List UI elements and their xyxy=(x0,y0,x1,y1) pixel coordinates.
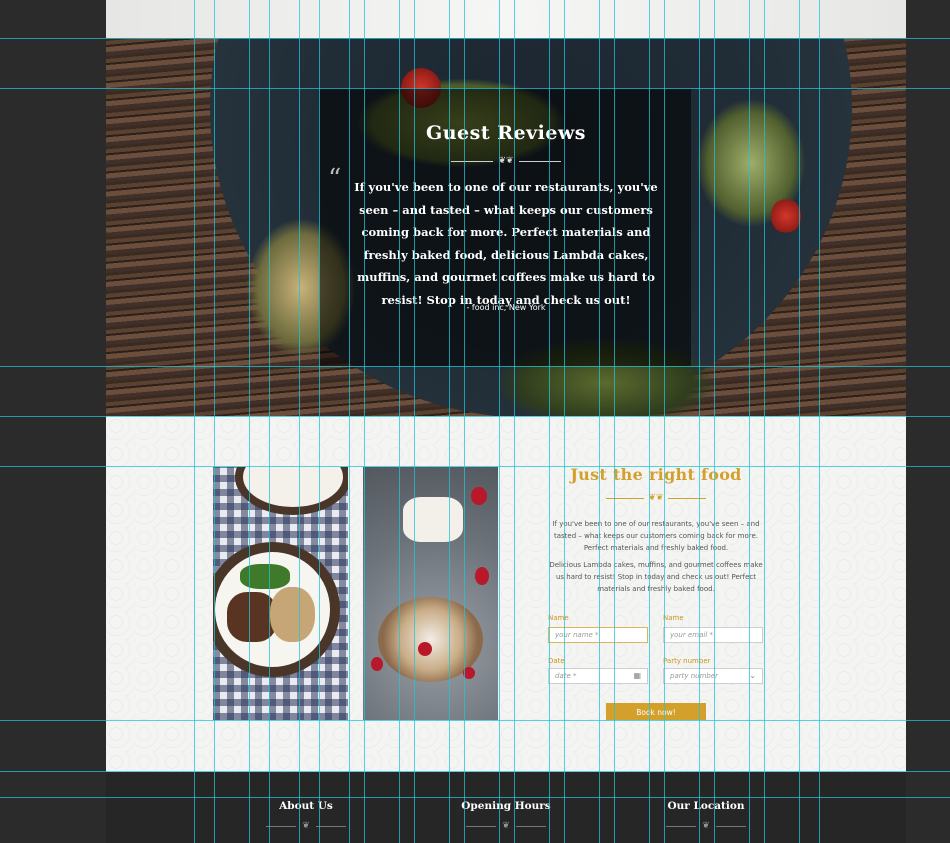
grid-guide-line xyxy=(0,466,950,467)
email-placeholder: your email * xyxy=(670,631,713,639)
grid-guide-line xyxy=(0,416,950,417)
chevron-down-icon[interactable]: ⌄ xyxy=(749,671,756,680)
footer-about-title: About Us xyxy=(279,800,333,812)
booking-title: Just the right food xyxy=(570,465,742,484)
email-label: Name xyxy=(663,614,684,622)
grid-guide-line xyxy=(699,0,700,843)
grid-guide-line xyxy=(319,0,320,843)
booking-section: Just the right food ❦❦ If you've been to… xyxy=(106,416,906,772)
party-number-placeholder: party number xyxy=(670,672,719,680)
footer-location: Our Location ❦ xyxy=(626,800,786,831)
ornament-divider-icon: ❦❦ xyxy=(606,493,706,503)
top-strip xyxy=(106,0,906,38)
grid-guide-line xyxy=(0,38,950,39)
grid-guide-line xyxy=(764,0,765,843)
grid-guide-line xyxy=(0,771,950,772)
booking-paragraph: If you've been to one of our restaurants… xyxy=(552,520,760,552)
footer-hours: Opening Hours ❦ xyxy=(426,800,586,831)
name-label: Name xyxy=(548,614,569,622)
footer-location-title: Our Location xyxy=(667,800,745,812)
review-author: - food inc, New York xyxy=(466,303,546,312)
footer-about: About Us ❦ xyxy=(226,800,386,831)
grid-guide-line xyxy=(449,0,450,843)
grid-guide-line xyxy=(499,0,500,843)
party-number-label: Party number xyxy=(663,657,711,665)
footer-hours-title: Opening Hours xyxy=(461,800,551,812)
grid-guide-line xyxy=(0,88,950,89)
booking-paragraph: Delicious Lambda cakes, muffins, and gou… xyxy=(549,561,763,593)
grid-guide-line xyxy=(549,0,550,843)
grid-guide-line xyxy=(664,0,665,843)
footer: About Us ❦ Opening Hours ❦ Our Location … xyxy=(106,772,906,843)
email-field[interactable]: your email * xyxy=(663,627,763,643)
grid-guide-line xyxy=(564,0,565,843)
calendar-icon[interactable]: ▦ xyxy=(633,671,641,680)
grid-guide-line xyxy=(364,0,365,843)
name-placeholder: your name * xyxy=(555,631,599,639)
grid-guide-line xyxy=(349,0,350,843)
grid-guide-line xyxy=(599,0,600,843)
grid-guide-line xyxy=(249,0,250,843)
ornament-divider-icon: ❦ xyxy=(266,821,346,831)
hero-pepper xyxy=(771,198,801,234)
grid-guide-line xyxy=(269,0,270,843)
party-number-select[interactable]: party number ⌄ xyxy=(663,668,763,684)
grid-guide-line xyxy=(819,0,820,843)
ornament-divider-icon: ❦ xyxy=(666,821,746,831)
grid-guide-line xyxy=(0,720,950,721)
date-placeholder: date * xyxy=(555,672,577,680)
grid-guide-line xyxy=(214,0,215,843)
ornament-divider-icon: ❦ xyxy=(466,821,546,831)
grid-guide-line xyxy=(414,0,415,843)
grid-guide-line xyxy=(0,797,950,798)
grid-guide-line xyxy=(799,0,800,843)
name-field[interactable]: your name * xyxy=(548,627,648,643)
guest-reviews-section: Guest Reviews ❦❦ “ If you've been to one… xyxy=(106,38,906,416)
food-photo-left xyxy=(213,467,348,720)
grid-guide-line xyxy=(614,0,615,843)
book-now-button[interactable]: Book now! xyxy=(606,703,706,720)
review-quote: If you've been to one of our restaurants… xyxy=(354,180,658,307)
section-title: Guest Reviews xyxy=(426,122,586,144)
grid-guide-line xyxy=(749,0,750,843)
grid-guide-line xyxy=(194,0,195,843)
grid-guide-line xyxy=(464,0,465,843)
food-photo-right xyxy=(363,467,498,720)
grid-guide-line xyxy=(714,0,715,843)
date-field[interactable]: date * ▦ xyxy=(548,668,648,684)
grid-guide-line xyxy=(299,0,300,843)
grid-guide-line xyxy=(514,0,515,843)
date-label: Date xyxy=(548,657,565,665)
grid-guide-line xyxy=(0,366,950,367)
grid-guide-line xyxy=(399,0,400,843)
page: Guest Reviews ❦❦ “ If you've been to one… xyxy=(106,0,906,843)
quote-icon: “ xyxy=(328,164,342,194)
ornament-divider-icon: ❦❦ xyxy=(451,156,561,166)
grid-guide-line xyxy=(649,0,650,843)
